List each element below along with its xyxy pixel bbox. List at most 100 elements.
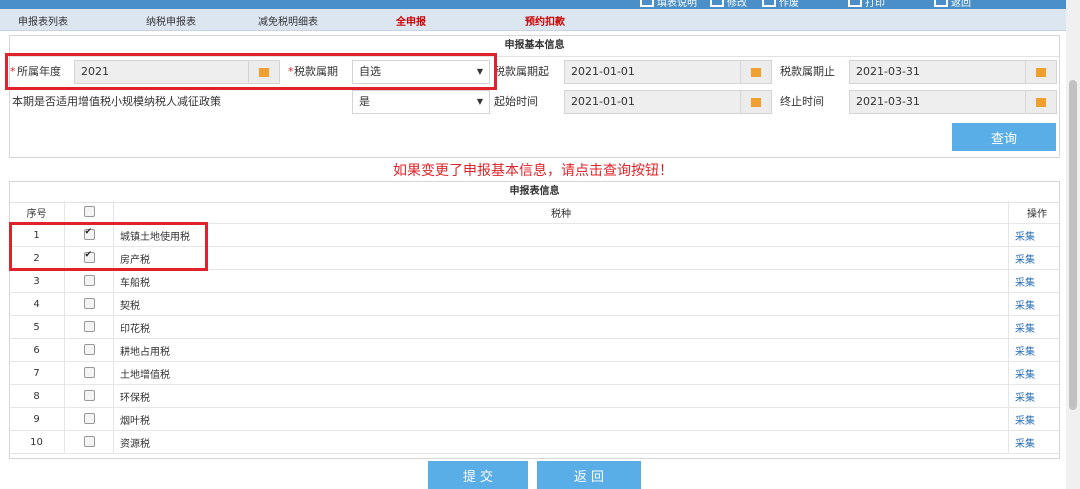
row-tax-name: 环保税 <box>113 384 1009 408</box>
tab-exemption-detail[interactable]: 减免税明细表 <box>258 13 318 28</box>
calendar-icon[interactable] <box>740 91 771 113</box>
row-index: 8 <box>9 384 65 408</box>
row-action: 采集 <box>1008 246 1059 270</box>
back-toolbar-button[interactable]: 返回 <box>934 0 971 9</box>
forms-title: 申报表信息 <box>10 182 1059 203</box>
tab-declaration-list[interactable]: 申报表列表 <box>18 13 68 28</box>
row-tax-name: 城镇土地使用税 <box>113 223 1009 247</box>
start-time-label: 起始时间 <box>494 95 538 108</box>
calendar-icon[interactable] <box>1025 91 1056 113</box>
tab-tax-form[interactable]: 纳税申报表 <box>146 13 196 28</box>
policy-select[interactable]: 是 ▼ <box>352 90 490 114</box>
vertical-scrollbar[interactable] <box>1066 0 1080 489</box>
row-index: 4 <box>9 292 65 316</box>
row-index: 7 <box>9 361 65 385</box>
row-action: 采集 <box>1008 361 1059 385</box>
collect-link[interactable]: 采集 <box>1015 278 1035 289</box>
row-checkbox[interactable] <box>83 436 95 448</box>
row-tax-name: 车船税 <box>113 269 1009 293</box>
collect-link[interactable]: 采集 <box>1015 301 1035 312</box>
row-index: 5 <box>9 315 65 339</box>
collect-link[interactable]: 采集 <box>1015 416 1035 427</box>
row-tax-name: 契税 <box>113 292 1009 316</box>
return-button[interactable]: 返 回 <box>537 461 641 489</box>
row-action: 采集 <box>1008 407 1059 431</box>
row-tax-name: 房产税 <box>113 246 1009 270</box>
row-action: 采集 <box>1008 269 1059 293</box>
index-header: 序号 <box>9 201 65 224</box>
row-action: 采集 <box>1008 384 1059 408</box>
period-start-field[interactable]: 2021-01-01 <box>564 60 772 84</box>
row-index: 3 <box>9 269 65 293</box>
collect-link[interactable]: 采集 <box>1015 347 1035 358</box>
table-row: 8 环保税 采集 <box>9 384 1059 408</box>
end-time-label: 终止时间 <box>780 95 824 108</box>
row-checkbox[interactable] <box>83 298 95 310</box>
row-tax-name: 耕地占用税 <box>113 338 1009 362</box>
row-index: 9 <box>9 407 65 431</box>
row-checkbox-cell <box>64 407 114 431</box>
highlight-box-year-period <box>5 53 497 90</box>
instructions-button[interactable]: 填表说明 <box>640 0 697 9</box>
table-row: 5 印花税 采集 <box>9 315 1059 339</box>
row-checkbox[interactable] <box>83 413 95 425</box>
row-index: 10 <box>9 430 65 454</box>
collect-link[interactable]: 采集 <box>1015 324 1035 335</box>
row-checkbox-cell <box>64 292 114 316</box>
row-action: 采集 <box>1008 338 1059 362</box>
notice-text: 如果变更了申报基本信息，请点击查询按钮！ <box>393 163 673 179</box>
calendar-icon[interactable] <box>1025 61 1056 83</box>
table-header: 序号 税种 操作 <box>9 201 1059 224</box>
row-checkbox-cell <box>64 338 114 362</box>
row-tax-name: 印花税 <box>113 315 1009 339</box>
row-checkbox[interactable] <box>83 321 95 333</box>
row-checkbox[interactable] <box>83 275 95 287</box>
row-action: 采集 <box>1008 292 1059 316</box>
calendar-icon[interactable] <box>740 61 771 83</box>
tab-full-declaration[interactable]: 全申报 <box>396 13 426 28</box>
row-checkbox[interactable] <box>83 367 95 379</box>
query-button[interactable]: 查询 <box>952 123 1056 151</box>
select-all-checkbox[interactable] <box>83 206 95 218</box>
row-checkbox[interactable] <box>83 344 95 356</box>
collect-link[interactable]: 采集 <box>1015 439 1035 450</box>
period-end-field[interactable]: 2021-03-31 <box>849 60 1057 84</box>
collect-link[interactable]: 采集 <box>1015 370 1035 381</box>
collect-link[interactable]: 采集 <box>1015 393 1035 404</box>
tab-scheduled-deduction[interactable]: 预约扣款 <box>525 13 565 28</box>
table-row: 4 契税 采集 <box>9 292 1059 316</box>
document-icon <box>640 0 654 7</box>
row-checkbox-cell <box>64 361 114 385</box>
table-row: 9 烟叶税 采集 <box>9 407 1059 431</box>
chevron-down-icon: ▼ <box>476 97 483 106</box>
highlight-box-selected-rows <box>9 222 208 271</box>
void-icon <box>762 0 776 7</box>
row-checkbox-cell <box>64 384 114 408</box>
row-tax-name: 资源税 <box>113 430 1009 454</box>
row-action: 采集 <box>1008 223 1059 247</box>
op-header: 操作 <box>1008 201 1059 224</box>
pencil-icon <box>710 0 724 7</box>
select-all-cell <box>64 201 114 224</box>
end-time-field[interactable]: 2021-03-31 <box>849 90 1057 114</box>
tab-bar: 申报表列表 纳税申报表 减免税明细表 全申报 预约扣款 <box>0 9 1066 31</box>
row-checkbox-cell <box>64 269 114 293</box>
print-button[interactable]: 打印 <box>848 0 885 9</box>
top-toolbar: 填表说明 修改 作废 打印 返回 <box>0 0 1066 9</box>
row-tax-name: 土地增值税 <box>113 361 1009 385</box>
back-arrow-icon <box>934 0 948 7</box>
collect-link[interactable]: 采集 <box>1015 255 1035 266</box>
table-row: 10 资源税 采集 <box>9 430 1059 454</box>
scrollbar-thumb[interactable] <box>1069 80 1077 410</box>
edit-button[interactable]: 修改 <box>710 0 747 9</box>
row-action: 采集 <box>1008 315 1059 339</box>
start-time-field[interactable]: 2021-01-01 <box>564 90 772 114</box>
void-button[interactable]: 作废 <box>762 0 799 9</box>
row-checkbox[interactable] <box>83 390 95 402</box>
submit-button[interactable]: 提 交 <box>428 461 528 489</box>
row-action: 采集 <box>1008 430 1059 454</box>
row-index: 6 <box>9 338 65 362</box>
row-tax-name: 烟叶税 <box>113 407 1009 431</box>
period-start-label: 税款属期起 <box>494 65 549 78</box>
collect-link[interactable]: 采集 <box>1015 232 1035 243</box>
